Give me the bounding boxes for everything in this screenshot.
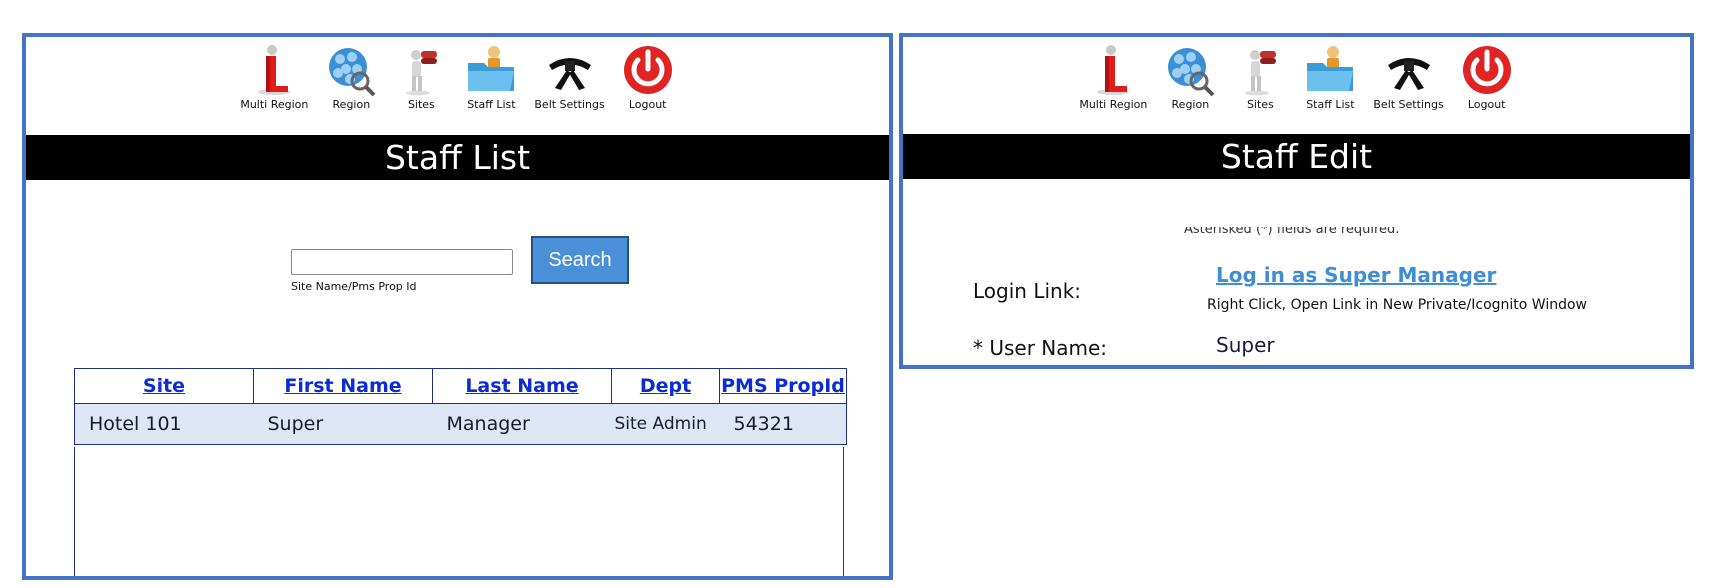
nav-label-staff-list: Staff List bbox=[467, 98, 516, 111]
nav-region[interactable]: Region bbox=[324, 43, 378, 111]
power-icon bbox=[1462, 46, 1511, 94]
nav-label-sites: Sites bbox=[1246, 98, 1274, 111]
login-as-user-link[interactable]: Log in as Super Manager bbox=[1216, 263, 1496, 287]
top-nav: Multi Region Region Sites Staff List Bel… bbox=[26, 43, 889, 111]
nav-label-sites: Sites bbox=[407, 98, 435, 111]
sites-binoculars-icon bbox=[406, 50, 438, 96]
login-link-label: Login Link: bbox=[973, 279, 1082, 303]
nav-staff-list[interactable]: Staff List bbox=[464, 43, 518, 111]
nav-logout[interactable]: Logout bbox=[621, 43, 675, 111]
nav-label-region: Region bbox=[332, 98, 371, 111]
nav-label-multi-region: Multi Region bbox=[240, 98, 309, 111]
nav-label-logout: Logout bbox=[628, 98, 667, 111]
cell-dept: Site Admin bbox=[611, 403, 720, 445]
cell-pms-propid: 54321 bbox=[719, 403, 847, 445]
column-header-pms-propid[interactable]: PMS PropId bbox=[719, 368, 847, 404]
staff-folder-icon bbox=[1307, 46, 1354, 91]
column-header-last-name[interactable]: Last Name bbox=[432, 368, 612, 404]
region-globe-icon bbox=[1168, 48, 1215, 97]
power-icon bbox=[623, 46, 672, 94]
table-empty-area bbox=[74, 447, 844, 576]
nav-multi-region[interactable]: Multi Region bbox=[240, 43, 308, 111]
nav-sites[interactable]: Sites bbox=[394, 43, 448, 111]
column-header-site[interactable]: Site bbox=[74, 368, 254, 404]
staff-table: Site First Name Last Name Dept PMS PropI… bbox=[74, 368, 847, 445]
cell-site: Hotel 101 bbox=[74, 403, 254, 445]
staff-folder-icon bbox=[468, 46, 515, 91]
black-belt-icon bbox=[548, 58, 591, 90]
table-header-row: Site First Name Last Name Dept PMS PropI… bbox=[74, 368, 847, 404]
multi-region-icon bbox=[1097, 45, 1130, 95]
nav-label-belt-settings: Belt Settings bbox=[534, 98, 605, 111]
nav-multi-region[interactable]: Multi Region bbox=[1079, 43, 1147, 111]
page-title: Staff Edit bbox=[903, 134, 1690, 179]
region-globe-icon bbox=[329, 48, 376, 97]
cell-last-name: Manager bbox=[432, 403, 612, 445]
search-hint: Site Name/Pms Prop Id bbox=[291, 280, 417, 293]
required-fields-note: Asterisked (*) fields are required. bbox=[1184, 222, 1400, 237]
user-name-label: * User Name: bbox=[973, 336, 1108, 360]
column-header-first-name[interactable]: First Name bbox=[253, 368, 433, 404]
nav-label-region: Region bbox=[1171, 98, 1210, 111]
sites-binoculars-icon bbox=[1245, 50, 1277, 96]
user-name-value[interactable]: Super bbox=[1216, 333, 1275, 357]
nav-label-logout: Logout bbox=[1467, 98, 1506, 111]
staff-edit-panel: Multi Region Region Sites Staff List Bel… bbox=[899, 33, 1694, 369]
nav-label-multi-region: Multi Region bbox=[1079, 98, 1148, 111]
nav-staff-list[interactable]: Staff List bbox=[1303, 43, 1357, 111]
page-title: Staff List bbox=[26, 135, 889, 180]
top-nav: Multi Region Region Sites Staff List Bel… bbox=[903, 43, 1690, 111]
column-header-dept[interactable]: Dept bbox=[611, 368, 720, 404]
nav-belt-settings[interactable]: Belt Settings bbox=[1373, 43, 1444, 111]
nav-region[interactable]: Region bbox=[1163, 43, 1217, 111]
multi-region-icon bbox=[258, 45, 291, 95]
cell-first-name: Super bbox=[253, 403, 433, 445]
table-row[interactable]: Hotel 101 Super Manager Site Admin 54321 bbox=[74, 403, 847, 445]
search-button[interactable]: Search bbox=[531, 236, 629, 284]
nav-label-staff-list: Staff List bbox=[1306, 98, 1355, 111]
black-belt-icon bbox=[1387, 58, 1430, 90]
nav-logout[interactable]: Logout bbox=[1460, 43, 1514, 111]
staff-list-panel: Multi Region Region Sites Staff List Bel… bbox=[22, 33, 893, 580]
search-input[interactable] bbox=[291, 249, 513, 275]
nav-sites[interactable]: Sites bbox=[1233, 43, 1287, 111]
nav-label-belt-settings: Belt Settings bbox=[1373, 98, 1444, 111]
nav-belt-settings[interactable]: Belt Settings bbox=[534, 43, 605, 111]
login-link-hint: Right Click, Open Link in New Private/Ic… bbox=[1207, 297, 1588, 313]
